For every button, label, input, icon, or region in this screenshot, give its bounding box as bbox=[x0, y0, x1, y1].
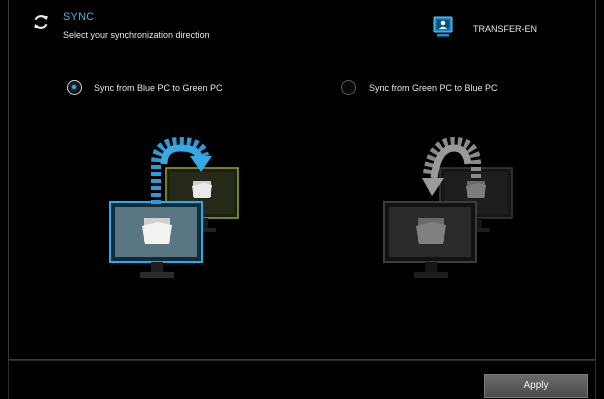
radio-green-to-blue[interactable] bbox=[341, 80, 356, 95]
radio-blue-to-green[interactable] bbox=[67, 80, 82, 95]
page-subtitle: Select your synchronization direction bbox=[63, 30, 210, 40]
folder-icon bbox=[142, 218, 172, 244]
sync-icon bbox=[34, 15, 48, 29]
option-label-blue-to-green[interactable]: Sync from Blue PC to Green PC bbox=[94, 83, 223, 93]
option-label-green-to-blue[interactable]: Sync from Green PC to Blue PC bbox=[369, 83, 498, 93]
folder-icon bbox=[466, 181, 486, 198]
green-to-blue-illustration bbox=[383, 136, 513, 278]
divider bbox=[8, 360, 596, 361]
apply-button[interactable]: Apply bbox=[484, 374, 588, 398]
device-name-label: TRANSFER-EN bbox=[473, 24, 538, 34]
blue-to-green-illustration bbox=[109, 136, 239, 278]
folder-icon bbox=[416, 218, 446, 244]
divider bbox=[595, 360, 596, 399]
folder-icon bbox=[192, 181, 212, 198]
monitor-user-icon bbox=[433, 16, 453, 37]
page-title: SYNC bbox=[63, 11, 95, 23]
divider bbox=[8, 360, 9, 399]
